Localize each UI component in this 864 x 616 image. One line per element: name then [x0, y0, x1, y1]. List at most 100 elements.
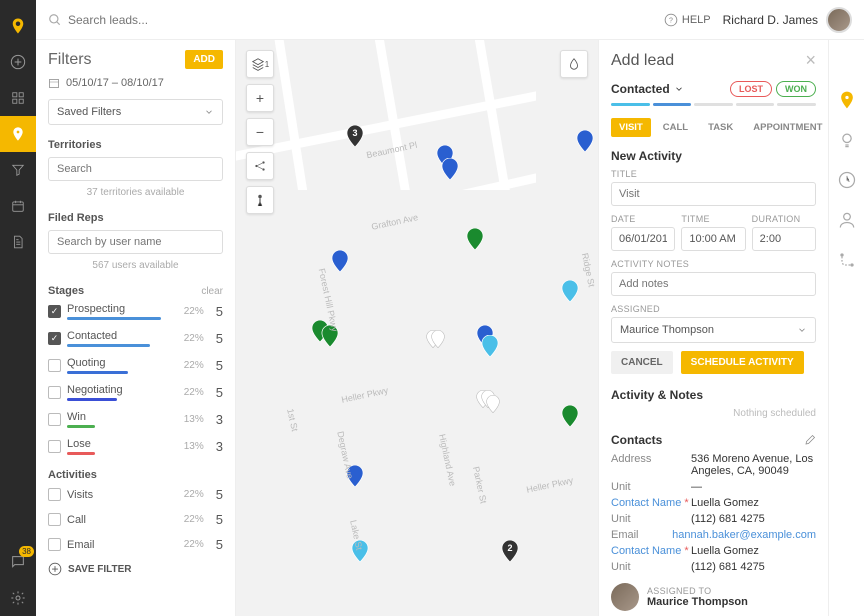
- grid-icon[interactable]: [0, 80, 36, 116]
- drop-button[interactable]: [560, 50, 588, 78]
- clear-stages-button[interactable]: clear: [201, 286, 223, 297]
- map-pin[interactable]: [441, 158, 459, 180]
- title-input[interactable]: [611, 182, 816, 206]
- notes-input[interactable]: [611, 272, 816, 296]
- stage-count: 3: [216, 439, 223, 454]
- search-icon: [48, 13, 62, 27]
- assigned-select[interactable]: Maurice Thompson: [611, 317, 816, 343]
- stages-heading: Stages: [48, 285, 84, 297]
- status-dropdown[interactable]: Contacted: [611, 82, 684, 96]
- map-pin[interactable]: [431, 330, 445, 348]
- tab-call[interactable]: CALL: [655, 118, 696, 137]
- tab-visit[interactable]: VISIT: [611, 118, 651, 137]
- user-menu[interactable]: Richard D. James: [723, 7, 852, 33]
- unit-label: Unit: [611, 561, 691, 573]
- assigned-to-name: Maurice Thompson: [647, 596, 748, 608]
- stage-count: 5: [216, 358, 223, 373]
- stage-checkbox[interactable]: ✓: [48, 305, 61, 318]
- calendar-icon[interactable]: [0, 188, 36, 224]
- map-pin[interactable]: [481, 335, 499, 357]
- tab-appointment[interactable]: APPOINTMENT: [745, 118, 828, 137]
- logo-icon[interactable]: [0, 8, 36, 44]
- user-name: Richard D. James: [723, 13, 818, 27]
- activity-count: 5: [216, 487, 223, 502]
- rail-user-icon[interactable]: [837, 210, 857, 230]
- stage-checkbox[interactable]: ✓: [48, 332, 61, 345]
- search-input[interactable]: [68, 13, 664, 27]
- stage-checkbox[interactable]: [48, 413, 61, 426]
- contact-name-value: Luella Gomez: [691, 497, 816, 509]
- help-label: HELP: [682, 14, 711, 26]
- map-pin[interactable]: [486, 395, 500, 413]
- help-link[interactable]: ? HELP: [664, 13, 711, 27]
- lost-pill[interactable]: LOST: [730, 81, 772, 97]
- avatar: [826, 7, 852, 33]
- detail-panel: Add lead × Contacted LOST WON: [598, 40, 828, 616]
- add-filter-button[interactable]: ADD: [185, 50, 223, 69]
- date-input[interactable]: [611, 227, 675, 251]
- activity-notes-heading: Activity & Notes: [611, 388, 816, 402]
- streetview-button[interactable]: [246, 186, 274, 214]
- activity-checkbox[interactable]: [48, 513, 61, 526]
- territories-search-input[interactable]: [48, 157, 223, 181]
- settings-icon[interactable]: [0, 580, 36, 616]
- time-input[interactable]: [681, 227, 745, 251]
- map-pin[interactable]: [561, 280, 579, 302]
- contact-phone-value: (112) 681 4275: [691, 513, 816, 525]
- detail-title: Add lead: [611, 52, 674, 70]
- activity-label: Visits: [67, 489, 178, 501]
- activity-checkbox[interactable]: [48, 488, 61, 501]
- won-pill[interactable]: WON: [776, 81, 816, 97]
- map-pin[interactable]: [561, 405, 579, 427]
- map-pin[interactable]: 3: [346, 125, 364, 147]
- chat-icon[interactable]: 38: [0, 544, 36, 580]
- close-icon[interactable]: ×: [805, 50, 816, 71]
- duration-input[interactable]: [752, 227, 816, 251]
- rail-clock-icon[interactable]: [837, 170, 857, 190]
- stage-label: Negotiating: [67, 384, 178, 396]
- map-roads: [236, 40, 536, 190]
- add-icon[interactable]: [0, 44, 36, 80]
- chevron-down-icon: [797, 325, 807, 335]
- map-pin[interactable]: 2: [501, 540, 519, 562]
- rail-route-icon[interactable]: [837, 250, 857, 270]
- saved-filters-select[interactable]: Saved Filters: [48, 99, 223, 125]
- stage-pct: 22%: [184, 306, 204, 317]
- date-range-picker[interactable]: 05/10/17 – 08/10/17: [48, 77, 223, 89]
- activity-pct: 22%: [184, 489, 204, 500]
- stage-checkbox[interactable]: [48, 359, 61, 372]
- share-button[interactable]: [246, 152, 274, 180]
- saved-filters-label: Saved Filters: [57, 106, 121, 118]
- edit-icon[interactable]: [804, 434, 816, 446]
- map-pin[interactable]: [331, 250, 349, 272]
- save-filter-button[interactable]: SAVE FILTER: [48, 562, 223, 576]
- map-pin[interactable]: [466, 228, 484, 250]
- email-value[interactable]: hannah.baker@example.com: [672, 529, 816, 541]
- stage-count: 3: [216, 412, 223, 427]
- filters-panel: Filters ADD 05/10/17 – 08/10/17 Saved Fi…: [36, 40, 236, 616]
- zoom-out-button[interactable]: −: [246, 118, 274, 146]
- stage-count: 5: [216, 331, 223, 346]
- rail-pin-icon[interactable]: [837, 90, 857, 110]
- zoom-in-button[interactable]: +: [246, 84, 274, 112]
- email-label: Email: [611, 529, 672, 541]
- document-icon[interactable]: [0, 224, 36, 260]
- stage-checkbox[interactable]: [48, 386, 61, 399]
- calendar-icon: [48, 77, 60, 89]
- tab-task[interactable]: TASK: [700, 118, 741, 137]
- reps-search-input[interactable]: [48, 230, 223, 254]
- schedule-activity-button[interactable]: SCHEDULE ACTIVITY: [681, 351, 804, 374]
- cancel-button[interactable]: CANCEL: [611, 351, 673, 374]
- activity-checkbox[interactable]: [48, 538, 61, 551]
- map-pin[interactable]: [576, 130, 594, 152]
- map-canvas[interactable]: 1 + − 32 Beaumont PlGrafton AveForest Hi…: [236, 40, 598, 616]
- address-value: 536 Moreno Avenue, Los Angeles, CA, 9004…: [691, 453, 816, 477]
- stage-checkbox[interactable]: [48, 440, 61, 453]
- title-label: TITLE: [611, 169, 816, 179]
- rail-bulb-icon[interactable]: [837, 130, 857, 150]
- filter-icon[interactable]: [0, 152, 36, 188]
- layers-button[interactable]: 1: [246, 50, 274, 78]
- assigned-avatar: [611, 583, 639, 611]
- location-icon[interactable]: [0, 116, 36, 152]
- contact-name-value: Luella Gomez: [691, 545, 816, 557]
